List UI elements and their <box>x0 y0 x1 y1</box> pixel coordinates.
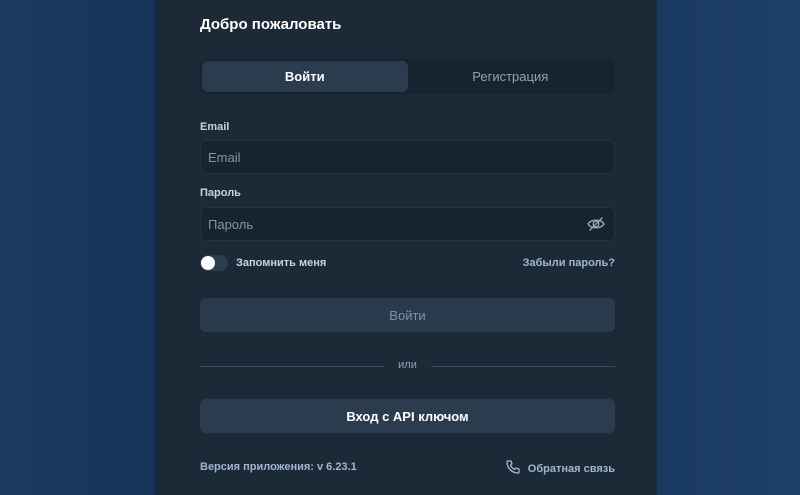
feedback-link[interactable]: Обратная связь <box>505 459 615 478</box>
login-panel: Добро пожаловать Войти Регистрация Email… <box>158 0 657 495</box>
remember-label: Запомнить меня <box>236 257 327 269</box>
phone-icon <box>505 459 521 478</box>
tab-login[interactable]: Войти <box>202 61 408 92</box>
page-title: Добро пожаловать <box>200 16 342 33</box>
login-button[interactable]: Войти <box>200 298 615 332</box>
email-field[interactable] <box>200 140 615 174</box>
remember-toggle[interactable] <box>200 255 228 271</box>
or-label: или <box>398 359 417 371</box>
tab-register[interactable]: Регистрация <box>408 61 614 92</box>
password-field[interactable] <box>200 207 615 241</box>
api-key-login-button[interactable]: Вход с API ключом <box>200 399 615 433</box>
password-label: Пароль <box>200 187 241 199</box>
forgot-password-link[interactable]: Забыли пароль? <box>523 257 615 269</box>
toggle-knob <box>201 256 215 270</box>
eye-off-icon[interactable] <box>586 214 606 234</box>
feedback-label: Обратная связь <box>527 462 615 475</box>
email-label: Email <box>200 121 230 133</box>
divider-right <box>431 366 615 367</box>
app-version: Версия приложения: v 6.23.1 <box>200 461 357 473</box>
auth-tabs: Войти Регистрация <box>200 59 615 94</box>
